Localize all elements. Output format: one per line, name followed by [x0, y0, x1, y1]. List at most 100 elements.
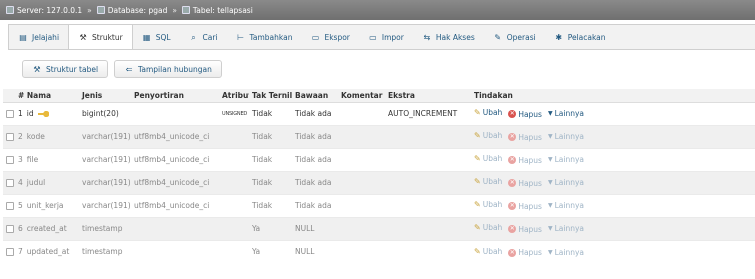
column-name-cell: 6 created_at	[15, 216, 79, 240]
edit-button[interactable]: ✎ Ubah	[474, 200, 502, 209]
breadcrumb-separator: »	[172, 5, 177, 15]
pencil-icon: ✎	[474, 246, 481, 256]
database-icon	[96, 6, 105, 14]
column-name-cell: 3 file	[15, 147, 79, 171]
column-header: Ekstra	[385, 89, 471, 103]
column-attributes: UNSIGNED	[219, 101, 249, 125]
subtab-tampilan-hubungan[interactable]: ⇐ Tampilan hubungan	[114, 60, 222, 78]
drop-label: Hapus	[518, 178, 542, 188]
more-label: Lainnya	[554, 224, 585, 234]
tab-operasi[interactable]: ✎ Operasi	[484, 25, 545, 49]
delete-icon: ✕	[508, 225, 517, 234]
column-comment	[338, 147, 385, 171]
column-attributes	[219, 193, 249, 217]
breadcrumb-link[interactable]: Server: 127.0.0.1	[17, 6, 82, 15]
drop-button[interactable]: ✕ Hapus	[508, 248, 542, 257]
row-select-cell	[3, 193, 15, 217]
more-button[interactable]: ▼ Lainnya	[548, 132, 584, 141]
table-row: 3 file varchar(191) utf8mb4_unicode_ci Tidak…	[3, 147, 755, 171]
row-checkbox[interactable]	[6, 248, 14, 257]
more-button[interactable]: ▼ Lainnya	[548, 224, 584, 233]
server-icon	[6, 6, 14, 14]
edit-label: Ubah	[482, 108, 503, 118]
row-select-cell	[3, 124, 15, 148]
edit-button[interactable]: ✎ Ubah	[474, 131, 502, 140]
column-null: Tidak	[249, 193, 292, 217]
tab-impor[interactable]: ▭ Impor	[359, 25, 413, 49]
breadcrumb-separator: »	[87, 5, 92, 15]
structure-subtabs: ⚒ Struktur tabel ⇐ Tampilan hubungan	[22, 60, 222, 78]
tab-struktur[interactable]: ⚒ Struktur	[68, 25, 133, 49]
delete-icon: ✕	[508, 110, 517, 119]
column-name: kode	[26, 132, 45, 141]
edit-button[interactable]: ✎ Ubah	[474, 177, 502, 186]
more-button[interactable]: ▼ Lainnya	[548, 248, 584, 257]
subtab-struktur-tabel[interactable]: ⚒ Struktur tabel	[22, 60, 109, 78]
drop-button[interactable]: ✕ Hapus	[508, 225, 542, 234]
more-button[interactable]: ▼ Lainnya	[548, 155, 584, 164]
more-button[interactable]: ▼ Lainnya	[548, 109, 584, 118]
row-checkbox[interactable]	[6, 110, 14, 118]
column-header[interactable]: # Nama	[15, 89, 79, 103]
row-checkbox[interactable]	[6, 133, 14, 141]
drop-button[interactable]: ✕ Hapus	[508, 110, 542, 119]
edit-label: Ubah	[482, 154, 503, 164]
tab-sql[interactable]: ▦ SQL	[133, 25, 180, 49]
pencil-icon: ✎	[474, 154, 481, 164]
pencil-icon: ✎	[474, 200, 481, 210]
more-button[interactable]: ▼ Lainnya	[548, 178, 584, 187]
column-collation: utf8mb4_unicode_ci	[131, 193, 219, 217]
tab-label: Jelajahi	[32, 32, 60, 42]
column-null: Tidak	[249, 147, 292, 171]
row-checkbox[interactable]	[6, 179, 14, 187]
tab-ekspor[interactable]: ▭ Ekspor	[301, 25, 358, 49]
edit-button[interactable]: ✎ Ubah	[474, 108, 502, 117]
column-extra	[385, 147, 471, 171]
structure-table: # NamaJenisPenyortiranAtributTak Ternila…	[3, 89, 755, 263]
row-checkbox[interactable]	[6, 156, 14, 164]
drop-button[interactable]: ✕ Hapus	[508, 133, 542, 142]
actions-cell: ✎ Ubah ✕ Hapus ▼ Lainnya	[471, 216, 755, 240]
subtab-label: Struktur tabel	[46, 64, 99, 74]
table-structure-icon: ⚒	[33, 64, 41, 74]
column-attributes	[219, 170, 249, 194]
edit-button[interactable]: ✎ Ubah	[474, 154, 502, 163]
column-null: Tidak	[249, 170, 292, 194]
tab-label: Operasi	[506, 32, 536, 42]
breadcrumb-link[interactable]: Tabel: tellapsasi	[193, 6, 253, 15]
more-button[interactable]: ▼ Lainnya	[548, 201, 584, 210]
drop-button[interactable]: ✕ Hapus	[508, 179, 542, 188]
table-row: 1 id bigint(20) UNSIGNED Tidak Tidak ada AUTO_…	[3, 101, 755, 125]
drop-button[interactable]: ✕ Hapus	[508, 156, 542, 165]
column-name-cell: 2 kode	[15, 124, 79, 148]
column-extra	[385, 216, 471, 240]
column-header[interactable]: Penyortiran	[131, 89, 219, 103]
drop-label: Hapus	[518, 224, 542, 234]
tab-jelajahi[interactable]: ▤ Jelajahi	[9, 25, 68, 49]
pencil-icon: ✎	[474, 131, 481, 141]
edit-label: Ubah	[482, 223, 503, 233]
column-default: Tidak ada	[292, 101, 338, 125]
tab-pelacakan[interactable]: ✱ Pelacakan	[545, 25, 615, 49]
column-comment	[338, 216, 385, 240]
column-type: timestamp	[79, 239, 131, 263]
column-null: Ya	[249, 216, 292, 240]
tab-cari[interactable]: ⌕ Cari	[180, 25, 227, 49]
column-name-cell: 5 unit_kerja	[15, 193, 79, 217]
operations-icon: ✎	[494, 32, 502, 42]
edit-button[interactable]: ✎ Ubah	[474, 247, 502, 256]
tab-hak-akses[interactable]: ⇆ Hak Akses	[413, 25, 484, 49]
column-type: timestamp	[79, 216, 131, 240]
tab-tambahkan[interactable]: ⊢ Tambahkan	[227, 25, 302, 49]
column-default: Tidak ada	[292, 124, 338, 148]
column-header: Atribut	[219, 89, 249, 103]
column-comment	[338, 101, 385, 125]
column-attributes	[219, 239, 249, 263]
edit-button[interactable]: ✎ Ubah	[474, 223, 502, 232]
relation-view-icon: ⇐	[125, 64, 133, 74]
edit-label: Ubah	[482, 200, 503, 210]
row-checkbox[interactable]	[6, 225, 14, 233]
drop-button[interactable]: ✕ Hapus	[508, 202, 542, 211]
breadcrumb-link[interactable]: Database: pgad	[108, 6, 168, 15]
row-checkbox[interactable]	[6, 202, 14, 210]
